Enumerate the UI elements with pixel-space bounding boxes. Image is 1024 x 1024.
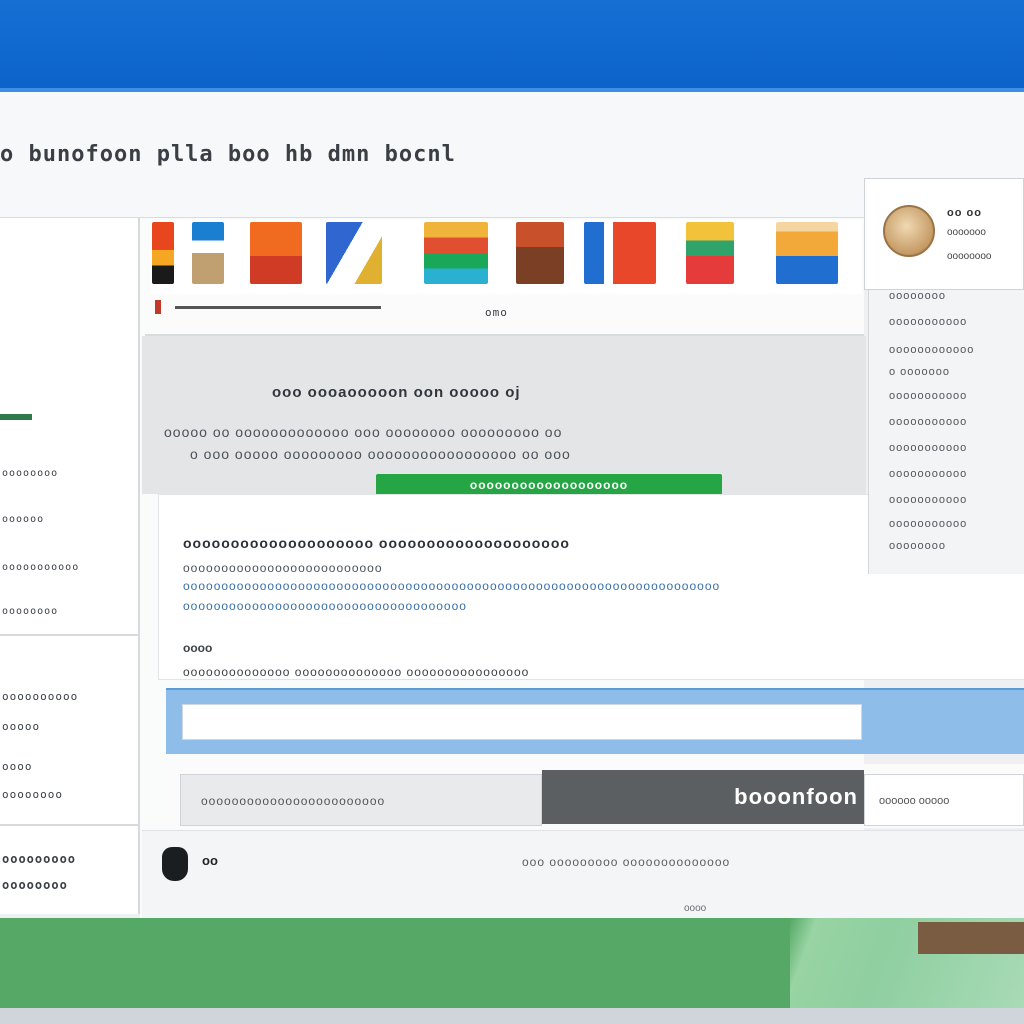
side-panel-line: oooooooooooo — [889, 344, 975, 356]
thumbnail[interactable] — [424, 222, 488, 284]
sidebar-section: oooooooo oooooo ooooooooooo oooooooo — [0, 218, 140, 636]
sidebar-item[interactable]: oooooo — [2, 514, 44, 525]
side-panel: oooooooo ooooooooooo oooooooooooo o oooo… — [868, 290, 1024, 574]
sidebar-item[interactable]: oooooooo — [2, 468, 58, 479]
sidebar-item[interactable]: oooo — [2, 760, 33, 773]
left-field[interactable]: oooooooooooooooooooooooo — [180, 774, 542, 826]
thumbnail[interactable] — [152, 222, 174, 284]
action-row: oooooooooooooooooooooooo booonfoon ooooo… — [166, 764, 1024, 828]
page-heading: o bunofoon plla boo hb dmn bocnl — [0, 142, 456, 167]
bottom-strip — [0, 1008, 1024, 1024]
thumbnail[interactable] — [192, 222, 224, 284]
input-band — [166, 688, 1024, 754]
sidebar-item[interactable]: ooooooooooo — [2, 562, 79, 573]
side-panel-line: oooooooo — [889, 290, 946, 302]
top-bar — [0, 0, 1024, 92]
article-title: oooooooooooooooooooo ooooooooooooooooooo… — [183, 535, 570, 551]
sidebar-item[interactable]: ooooo — [2, 720, 40, 733]
drop-icon[interactable] — [162, 847, 188, 881]
thumbnail[interactable] — [584, 222, 656, 284]
side-panel-line: ooooooooooo — [889, 494, 968, 506]
subbar-marker — [155, 300, 161, 314]
cta-button[interactable]: ooooooooooooooooooo — [376, 474, 722, 496]
sub-bar: omo — [145, 294, 864, 336]
thumbnail[interactable] — [326, 222, 382, 284]
profile-line: ooooooo — [947, 227, 986, 238]
footer-label: oo — [202, 853, 218, 868]
article-body: oooooooooooooo oooooooooooooo oooooooooo… — [183, 665, 530, 679]
sidebar-item[interactable]: oooooooo — [2, 606, 58, 617]
profile-name: oo oo — [947, 207, 982, 219]
primary-button[interactable]: booonfoon — [542, 770, 864, 824]
profile-line: oooooooo — [947, 251, 992, 262]
thumbnail[interactable] — [516, 222, 564, 284]
side-panel-line: oooooooo — [889, 540, 946, 552]
sidebar-item[interactable]: oooooooo — [2, 878, 68, 892]
sidebar-section: ooooooooo oooooooo — [0, 828, 140, 914]
side-panel-line: o ooooooo — [889, 366, 950, 378]
bottom-bar — [0, 918, 1024, 1010]
thumbnail[interactable] — [776, 222, 838, 284]
footer-row: oo ooo ooooooooo oooooooooooooo oooo — [142, 830, 1024, 918]
promo-banner: ooo oooaooooon oon ooooo oj ooooo oo ooo… — [142, 336, 866, 494]
promo-description: ooooo oo ooooooooooooo ooo oooooooo oooo… — [164, 424, 563, 440]
sidebar-accent — [0, 414, 32, 420]
side-panel-line: ooooooooooo — [889, 390, 968, 402]
sidebar-section: oooooooooo ooooo oooo oooooooo — [0, 662, 140, 826]
subbar-underline — [175, 306, 381, 309]
main-input[interactable] — [182, 704, 862, 740]
sidebar-item[interactable]: oooooooo — [2, 788, 63, 801]
side-panel-line: ooooooooooo — [889, 416, 968, 428]
article-subtitle: oooooooooooooooooooooooooo — [183, 561, 383, 575]
footer-small-text: oooo — [684, 903, 707, 914]
thumbnail[interactable] — [250, 222, 302, 284]
sidebar-item[interactable]: oooooooooo — [2, 690, 78, 703]
side-panel-line: ooooooooooo — [889, 518, 968, 530]
promo-description-2: o ooo ooooo ooooooooo ooooooooooooooooo … — [190, 446, 571, 462]
left-sidebar: oooooooo oooooo ooooooooooo oooooooo ooo… — [0, 218, 140, 914]
side-panel-line: ooooooooooo — [889, 316, 968, 328]
profile-card: oo oo ooooooo oooooooo — [864, 178, 1024, 290]
article-link[interactable]: oooooooooooooooooooooooooooooooooooooooo… — [183, 579, 720, 593]
avatar[interactable] — [883, 205, 935, 257]
side-panel-line: ooooooooooo — [889, 442, 968, 454]
article-link-2[interactable]: ooooooooooooooooooooooooooooooooooooo — [183, 599, 467, 613]
thumbnail[interactable] — [686, 222, 734, 284]
footer-link[interactable]: ooo ooooooooo oooooooooooooo — [522, 855, 730, 869]
article-label: oooo — [183, 641, 213, 655]
side-panel-line: ooooooooooo — [889, 468, 968, 480]
sidebar-item[interactable]: ooooooooo — [2, 852, 76, 866]
promo-heading: ooo oooaooooon oon ooooo oj — [272, 384, 521, 401]
corner-patch — [918, 922, 1024, 954]
subbar-caption: omo — [485, 306, 508, 319]
right-field[interactable]: oooooo ooooo — [864, 774, 1024, 826]
